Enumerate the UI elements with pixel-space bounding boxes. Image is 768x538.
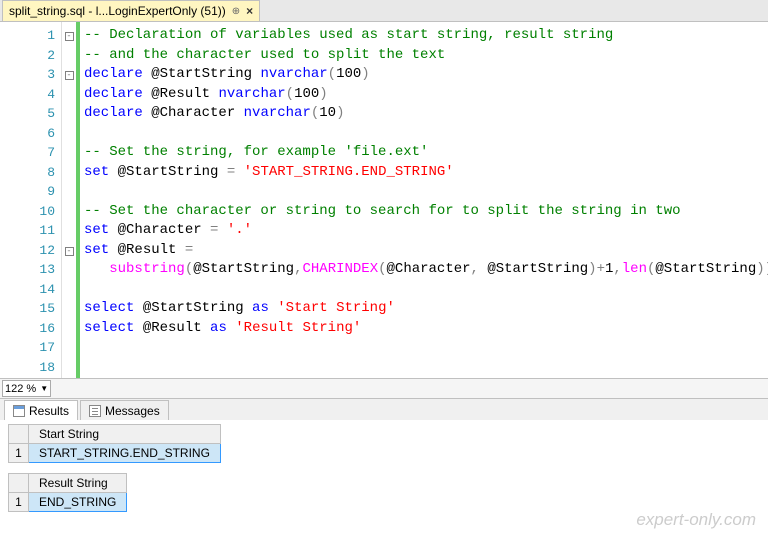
code-line[interactable]: -- and the character used to split the t… — [84, 46, 768, 66]
code-line[interactable]: set @Result = — [84, 241, 768, 261]
fold-marker — [62, 182, 76, 202]
fold-marker[interactable]: - — [62, 26, 76, 46]
fold-marker — [62, 143, 76, 163]
result-grid-1[interactable]: Start String 1 START_STRING.END_STRING — [8, 424, 221, 463]
pin-icon[interactable]: ⊕ — [232, 6, 240, 17]
editor-tab[interactable]: split_string.sql - l...LoginExpertOnly (… — [2, 0, 260, 21]
code-line[interactable]: substring(@StartString,CHARINDEX(@Charac… — [84, 260, 768, 280]
tab-bar: split_string.sql - l...LoginExpertOnly (… — [0, 0, 768, 22]
code-line[interactable]: declare @StartString nvarchar(100) — [84, 65, 768, 85]
line-number: 17 — [0, 338, 55, 358]
line-number: 7 — [0, 143, 55, 163]
tab-messages[interactable]: Messages — [80, 400, 169, 420]
fold-column: - - - — [62, 22, 76, 378]
code-line[interactable] — [84, 280, 768, 300]
fold-marker — [62, 299, 76, 319]
line-number: 14 — [0, 280, 55, 300]
code-line[interactable]: -- Declaration of variables used as star… — [84, 26, 768, 46]
result-grid-2[interactable]: Result String 1 END_STRING — [8, 473, 127, 512]
close-icon[interactable]: × — [246, 4, 253, 18]
results-tab-bar: Results Messages — [0, 398, 768, 420]
line-number: 10 — [0, 202, 55, 222]
code-line[interactable]: -- Set the character or string to search… — [84, 202, 768, 222]
zoom-bar: 122 % ▼ — [0, 378, 768, 398]
code-line[interactable]: set @Character = '.' — [84, 221, 768, 241]
code-line[interactable] — [84, 182, 768, 202]
code-line[interactable] — [84, 338, 768, 358]
fold-marker[interactable]: - — [62, 65, 76, 85]
line-number: 5 — [0, 104, 55, 124]
column-header[interactable]: Result String — [29, 474, 127, 493]
row-number: 1 — [9, 493, 29, 512]
code-line[interactable] — [84, 124, 768, 144]
code-line[interactable] — [84, 358, 768, 378]
corner-cell — [9, 425, 29, 444]
line-number: 2 — [0, 46, 55, 66]
line-number: 12 — [0, 241, 55, 261]
line-number: 8 — [0, 163, 55, 183]
code-line[interactable]: select @Result as 'Result String' — [84, 319, 768, 339]
line-number: 15 — [0, 299, 55, 319]
line-number: 18 — [0, 358, 55, 378]
line-number-gutter: 123456789101112131415161718 — [0, 22, 62, 378]
code-editor[interactable]: -- Declaration of variables used as star… — [80, 22, 768, 378]
fold-marker — [62, 358, 76, 378]
cell-value[interactable]: START_STRING.END_STRING — [29, 444, 221, 463]
fold-marker — [62, 163, 76, 183]
line-number: 13 — [0, 260, 55, 280]
line-number: 6 — [0, 124, 55, 144]
code-line[interactable]: set @StartString = 'START_STRING.END_STR… — [84, 163, 768, 183]
tab-messages-label: Messages — [105, 404, 160, 418]
code-line[interactable]: select @StartString as 'Start String' — [84, 299, 768, 319]
grid-icon — [13, 405, 25, 417]
tab-results[interactable]: Results — [4, 400, 78, 420]
tab-results-label: Results — [29, 404, 69, 418]
line-number: 3 — [0, 65, 55, 85]
fold-marker — [62, 338, 76, 358]
line-number: 1 — [0, 26, 55, 46]
fold-marker — [62, 260, 76, 280]
code-line[interactable]: declare @Character nvarchar(10) — [84, 104, 768, 124]
line-number: 11 — [0, 221, 55, 241]
fold-marker — [62, 124, 76, 144]
fold-marker — [62, 221, 76, 241]
column-header[interactable]: Start String — [29, 425, 221, 444]
fold-marker — [62, 104, 76, 124]
watermark: expert-only.com — [636, 510, 756, 530]
fold-marker — [62, 280, 76, 300]
line-number: 4 — [0, 85, 55, 105]
zoom-value: 122 % — [5, 383, 36, 395]
fold-marker — [62, 202, 76, 222]
table-row[interactable]: 1 END_STRING — [9, 493, 127, 512]
corner-cell — [9, 474, 29, 493]
row-number: 1 — [9, 444, 29, 463]
line-number: 16 — [0, 319, 55, 339]
fold-marker — [62, 319, 76, 339]
fold-marker — [62, 85, 76, 105]
editor-area: 123456789101112131415161718 --- -- Decla… — [0, 22, 768, 378]
fold-marker[interactable]: - — [62, 241, 76, 261]
code-line[interactable]: declare @Result nvarchar(100) — [84, 85, 768, 105]
tab-title: split_string.sql - l...LoginExpertOnly (… — [9, 4, 226, 18]
code-line[interactable]: -- Set the string, for example 'file.ext… — [84, 143, 768, 163]
fold-marker — [62, 46, 76, 66]
messages-icon — [89, 405, 101, 417]
chevron-down-icon: ▼ — [40, 384, 48, 393]
line-number: 9 — [0, 182, 55, 202]
zoom-select[interactable]: 122 % ▼ — [2, 380, 51, 397]
cell-value[interactable]: END_STRING — [29, 493, 127, 512]
table-row[interactable]: 1 START_STRING.END_STRING — [9, 444, 221, 463]
